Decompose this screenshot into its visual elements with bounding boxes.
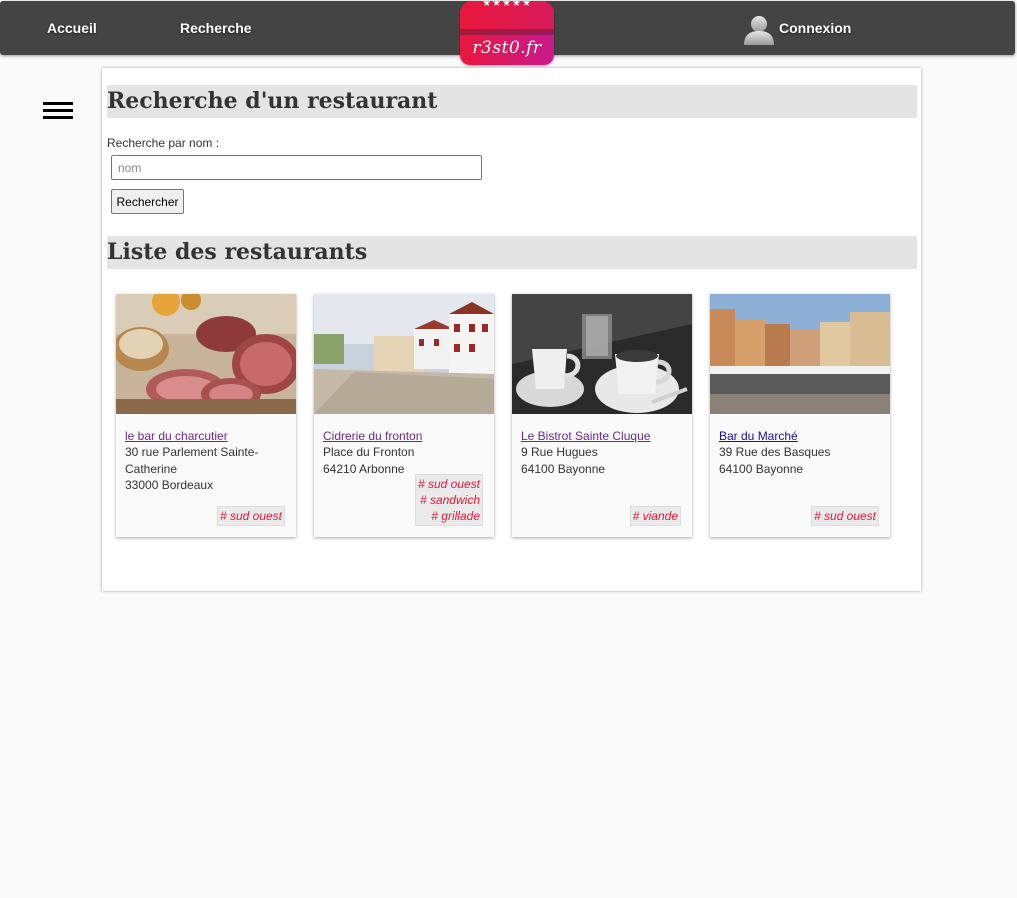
tag[interactable]: # sud ouest (220, 508, 282, 524)
address-line: Catherine (125, 461, 178, 476)
restaurant-image-charcuterie[interactable] (116, 294, 296, 414)
search-section-title: Recherche d'un restaurant (107, 85, 917, 118)
tag[interactable]: # grillade (418, 508, 480, 524)
nav-accueil[interactable]: Accueil (47, 20, 97, 36)
restaurant-image-fronton[interactable] (314, 294, 494, 414)
address-line: Place du Fronton (323, 445, 415, 460)
tag-list: # sud ouest # sandwich # grillade (414, 474, 483, 526)
restaurant-info: le bar du charcutier 30 rue Parlement Sa… (125, 428, 290, 493)
tag-list: # viande (629, 506, 681, 526)
hamburger-bar (43, 109, 73, 112)
restaurant-info: Le Bistrot Sainte Cluque 9 Rue Hugues 64… (521, 428, 686, 477)
hamburger-menu-icon[interactable] (43, 102, 73, 120)
restaurant-name-link[interactable]: Bar du Marché (719, 428, 884, 444)
logo-stars: ★★★★★ (482, 1, 532, 9)
hamburger-bar (43, 116, 73, 119)
address-line: 64100 Bayonne (521, 461, 606, 476)
restaurant-info: Cidrerie du fronton Place du Fronton 642… (323, 428, 488, 477)
search-label: Recherche par nom : (107, 136, 220, 150)
address-line: 33000 Bordeaux (125, 477, 214, 492)
restaurant-image-market-square[interactable] (710, 294, 890, 414)
hamburger-bar (43, 102, 73, 105)
tag[interactable]: # sud ouest (814, 508, 876, 524)
main-panel: Recherche d'un restaurant Recherche par … (102, 68, 921, 591)
restaurant-name-link[interactable]: Le Bistrot Sainte Cluque (521, 428, 686, 444)
search-name-input[interactable] (111, 155, 482, 180)
restaurant-name-link[interactable]: le bar du charcutier (125, 428, 290, 444)
address-line: 30 rue Parlement Sainte- (125, 445, 259, 460)
user-icon[interactable] (743, 13, 775, 45)
tag-list: # sud ouest (810, 506, 879, 526)
top-navbar: Accueil Recherche ★★★★★ r3st0.fr Connexi… (0, 1, 1015, 65)
tag[interactable]: # sandwich (418, 492, 480, 508)
address-line: 64100 Bayonne (719, 461, 804, 476)
restaurant-name-link[interactable]: Cidrerie du fronton (323, 428, 488, 444)
restaurant-card: Le Bistrot Sainte Cluque 9 Rue Hugues 64… (512, 294, 692, 537)
list-section-title: Liste des restaurants (107, 236, 917, 269)
address-line: 9 Rue Hugues (521, 445, 598, 460)
address-line: 39 Rue des Basques (719, 445, 831, 460)
restaurant-card: Bar du Marché 39 Rue des Basques 64100 B… (710, 294, 890, 537)
tag[interactable]: # viande (633, 508, 678, 524)
restaurant-info: Bar du Marché 39 Rue des Basques 64100 B… (719, 428, 884, 477)
search-button[interactable]: Rechercher (111, 189, 184, 214)
tag[interactable]: # sud ouest (418, 476, 480, 492)
tag-list: # sud ouest (216, 506, 285, 526)
logo-divider (460, 29, 554, 35)
nav-recherche[interactable]: Recherche (180, 20, 252, 36)
restaurant-image-coffee[interactable] (512, 294, 692, 414)
logo-text: r3st0.fr (472, 38, 542, 58)
nav-connexion[interactable]: Connexion (779, 20, 851, 36)
restaurant-card: Cidrerie du fronton Place du Fronton 642… (314, 294, 494, 537)
restaurant-card: le bar du charcutier 30 rue Parlement Sa… (116, 294, 296, 537)
site-logo[interactable]: ★★★★★ r3st0.fr (460, 1, 554, 65)
